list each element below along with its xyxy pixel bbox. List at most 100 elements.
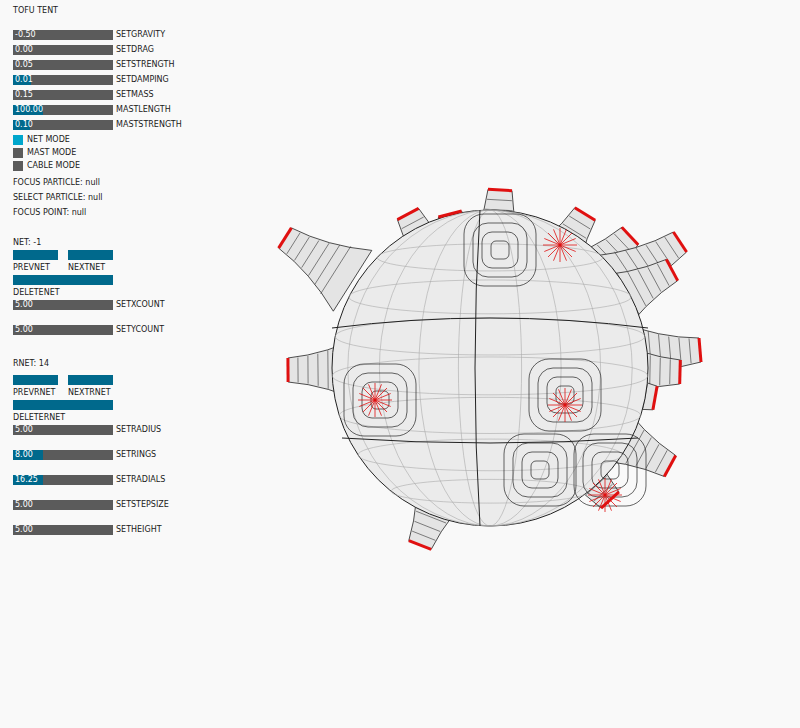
status-line: SELECT PARTICLE: null xyxy=(13,193,240,203)
toggle-box[interactable] xyxy=(13,161,23,171)
tent-body xyxy=(332,210,648,526)
rnet-button[interactable]: PREVRNET xyxy=(13,375,58,398)
slider-label: SETYCOUNT xyxy=(116,325,164,335)
app-title: TOFU TENT xyxy=(13,5,240,17)
slider-value: 5.00 xyxy=(13,525,113,535)
tent-viewport[interactable] xyxy=(240,0,800,728)
button-face[interactable] xyxy=(68,250,113,260)
slider-track[interactable]: 0.10 xyxy=(13,120,113,130)
slider-label: SETRADIALS xyxy=(116,475,165,485)
slider[interactable]: 5.00SETXCOUNT xyxy=(13,300,240,310)
slider-value: 5.00 xyxy=(13,500,113,510)
toggle-box[interactable] xyxy=(13,148,23,158)
app-screen: TOFU TENT-0.50SETGRAVITY0.00SETDRAG0.05S… xyxy=(0,0,800,728)
slider-value: 5.00 xyxy=(13,425,113,435)
button-face[interactable] xyxy=(68,375,113,385)
toggle-label: MAST MODE xyxy=(27,148,76,158)
button-label: PREVRNET xyxy=(13,388,58,398)
slider-value: 5.00 xyxy=(13,300,113,310)
button-face[interactable] xyxy=(13,375,58,385)
toggle-label: CABLE MODE xyxy=(27,161,80,171)
button-label: NEXTNET xyxy=(68,263,113,273)
slider[interactable]: 0.10MASTSTRENGTH xyxy=(13,120,240,130)
slider-label: SETRADIUS xyxy=(116,425,161,435)
rnet-button[interactable]: NEXTRNET xyxy=(68,375,113,398)
slider-track[interactable]: 5.00 xyxy=(13,500,113,510)
slider[interactable]: -0.50SETGRAVITY xyxy=(13,30,240,40)
button-label: PREVNET xyxy=(13,263,58,273)
slider-track[interactable]: 0.01 xyxy=(13,75,113,85)
net-sliders: 5.00SETXCOUNT5.00SETYCOUNT xyxy=(13,300,240,335)
mode-toggle[interactable]: NET MODE xyxy=(13,135,240,145)
slider-label: SETSTRENGTH xyxy=(116,60,174,70)
slider-value: 100.00 xyxy=(13,105,113,115)
net-section: NET: -1PREVNETNEXTNETDELETENET5.00SETXCO… xyxy=(13,238,240,335)
tent-arms xyxy=(279,189,701,549)
status-line: FOCUS POINT: null xyxy=(13,208,240,218)
slider-track[interactable]: 5.00 xyxy=(13,325,113,335)
stress-contours xyxy=(344,214,646,506)
arm-rims xyxy=(279,189,701,549)
button-label: DELETERNET xyxy=(13,413,113,423)
slider-track[interactable]: -0.50 xyxy=(13,30,113,40)
slider[interactable]: 8.00SETRINGS xyxy=(13,450,240,460)
slider[interactable]: 100.00MASTLENGTH xyxy=(13,105,240,115)
slider-value: 5.00 xyxy=(13,325,113,335)
button-label: DELETENET xyxy=(13,288,113,298)
physics-sliders: -0.50SETGRAVITY0.00SETDRAG0.05SETSTRENGT… xyxy=(13,30,240,130)
slider-label: SETRINGS xyxy=(116,450,156,460)
mode-toggle[interactable]: MAST MODE xyxy=(13,148,240,158)
net-button[interactable]: PREVNET xyxy=(13,250,58,273)
slider-track[interactable]: 0.15 xyxy=(13,90,113,100)
net-button[interactable]: NEXTNET xyxy=(68,250,113,273)
slider-track[interactable]: 0.05 xyxy=(13,60,113,70)
slider[interactable]: 16.25SETRADIALS xyxy=(13,475,240,485)
mast-anchors xyxy=(358,228,622,512)
toggle-box[interactable] xyxy=(13,135,23,145)
slider-label: SETMASS xyxy=(116,90,154,100)
slider-value: -0.50 xyxy=(13,30,113,40)
slider[interactable]: 0.15SETMASS xyxy=(13,90,240,100)
slider-track[interactable]: 5.00 xyxy=(13,525,113,535)
mode-toggle[interactable]: CABLE MODE xyxy=(13,161,240,171)
status-lines: FOCUS PARTICLE: null SELECT PARTICLE: nul… xyxy=(13,178,240,218)
status-line: FOCUS PARTICLE: null xyxy=(13,178,240,188)
slider[interactable]: 5.00SETHEIGHT xyxy=(13,525,240,535)
net-buttons: PREVNET NEXTNET xyxy=(13,250,240,273)
slider[interactable]: 0.05SETSTRENGTH xyxy=(13,60,240,70)
button-face[interactable] xyxy=(13,275,113,285)
toggle-label: NET MODE xyxy=(27,135,70,145)
control-panel: TOFU TENT-0.50SETGRAVITY0.00SETDRAG0.05S… xyxy=(0,0,240,728)
rnet-sliders: 5.00SETRADIUS8.00SETRINGS16.25SETRADIALS… xyxy=(13,425,240,535)
slider[interactable]: 0.00SETDRAG xyxy=(13,45,240,55)
slider-track[interactable]: 100.00 xyxy=(13,105,113,115)
button-label: NEXTRNET xyxy=(68,388,113,398)
delete-rnet-button[interactable]: DELETERNET xyxy=(13,400,113,423)
slider-label: MASTSTRENGTH xyxy=(116,120,182,130)
slider-value: 0.15 xyxy=(13,90,113,100)
slider-label: SETHEIGHT xyxy=(116,525,162,535)
slider-track[interactable]: 5.00 xyxy=(13,300,113,310)
slider-value: 0.01 xyxy=(13,75,113,85)
slider[interactable]: 5.00SETRADIUS xyxy=(13,425,240,435)
slider[interactable]: 0.01SETDAMPING xyxy=(13,75,240,85)
slider-track[interactable]: 16.25 xyxy=(13,475,113,485)
slider-label: SETDRAG xyxy=(116,45,154,55)
slider-value: 0.05 xyxy=(13,60,113,70)
button-face[interactable] xyxy=(13,400,113,410)
slider-label: SETSTEPSIZE xyxy=(116,500,169,510)
slider-value: 16.25 xyxy=(13,475,113,485)
slider[interactable]: 5.00SETYCOUNT xyxy=(13,325,240,335)
slider-track[interactable]: 8.00 xyxy=(13,450,113,460)
mode-toggles: NET MODE MAST MODE CABLE MODE xyxy=(13,135,240,171)
rnet-heading: RNET: 14 xyxy=(13,359,240,369)
slider-track[interactable]: 0.00 xyxy=(13,45,113,55)
button-face[interactable] xyxy=(13,250,58,260)
slider[interactable]: 5.00SETSTEPSIZE xyxy=(13,500,240,510)
rnet-buttons: PREVRNET NEXTRNET xyxy=(13,375,240,398)
delete-net-button[interactable]: DELETENET xyxy=(13,275,113,298)
rnet-section: RNET: 14PREVRNETNEXTRNETDELETERNET5.00SE… xyxy=(13,359,240,535)
slider-value: 0.00 xyxy=(13,45,113,55)
slider-value: 8.00 xyxy=(13,450,113,460)
slider-track[interactable]: 5.00 xyxy=(13,425,113,435)
